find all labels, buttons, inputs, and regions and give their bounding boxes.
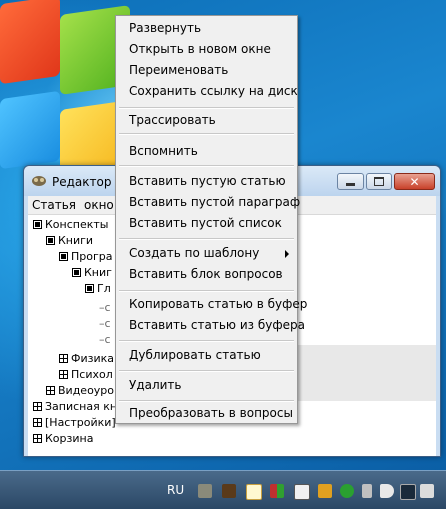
- shield-check-icon[interactable]: [340, 484, 354, 498]
- tree-node[interactable]: Видеоуро: [46, 384, 114, 397]
- menu-item-expand[interactable]: Развернуть: [129, 21, 201, 35]
- network-app-icon[interactable]: [318, 484, 332, 498]
- menu-item-convert-to-questions[interactable]: Преобразовать в вопросы: [129, 406, 293, 420]
- node-expand-icon[interactable]: [85, 284, 94, 293]
- tree-node[interactable]: Психол: [59, 368, 113, 381]
- tree-node[interactable]: [Настройки]: [33, 416, 116, 429]
- menu-item-copy-article[interactable]: Копировать статью в буфер: [129, 297, 307, 311]
- menu-item-insert-empty-article[interactable]: Вставить пустую статью: [129, 174, 286, 188]
- table-app-icon[interactable]: [294, 484, 310, 500]
- menu-separator: [119, 400, 294, 402]
- menu-separator: [119, 133, 294, 135]
- app-icon: [32, 176, 46, 186]
- node-expand-icon[interactable]: [33, 220, 42, 229]
- node-collapsed-icon[interactable]: [59, 370, 68, 379]
- close-icon: ✕: [409, 174, 420, 189]
- menu-separator: [119, 340, 294, 342]
- menu-item-insert-empty-list[interactable]: Вставить пустой список: [129, 216, 282, 230]
- menu-window[interactable]: окно: [84, 198, 114, 212]
- node-expand-icon[interactable]: [72, 268, 81, 277]
- node-expand-icon[interactable]: [46, 236, 55, 245]
- node-expand-icon[interactable]: [59, 252, 68, 261]
- menu-separator: [119, 370, 294, 372]
- menu-item-paste-article[interactable]: Вставить статью из буфера: [129, 318, 305, 332]
- tree-node[interactable]: Корзина: [33, 432, 93, 445]
- menu-separator: [119, 290, 294, 292]
- close-button[interactable]: ✕: [394, 173, 435, 190]
- tree-leaf[interactable]: –с: [99, 301, 111, 314]
- node-collapsed-icon[interactable]: [33, 434, 42, 443]
- tree-node[interactable]: Гл: [85, 282, 111, 295]
- tree-node[interactable]: Книг: [72, 266, 112, 279]
- tools-icon[interactable]: [198, 484, 212, 498]
- menu-item-save-link[interactable]: Сохранить ссылку на диск: [129, 84, 298, 98]
- grid-app-icon[interactable]: [270, 484, 284, 498]
- maximize-icon: [367, 174, 391, 189]
- taskbar: RU: [0, 470, 446, 509]
- menu-separator: [119, 107, 294, 109]
- menu-item-insert-empty-paragraph[interactable]: Вставить пустой параграф: [129, 195, 300, 209]
- menu-item-recall[interactable]: Вспомнить: [129, 144, 198, 158]
- volume-icon[interactable]: [380, 484, 394, 498]
- menu-separator: [119, 238, 294, 240]
- network-monitor-icon[interactable]: [400, 484, 416, 500]
- menu-item-delete[interactable]: Удалить: [129, 378, 182, 392]
- usb-drive-icon[interactable]: [362, 484, 372, 498]
- submenu-arrow-icon: [285, 250, 289, 258]
- window-title: Редактор с: [52, 175, 122, 189]
- film-icon[interactable]: [222, 484, 236, 498]
- menu-separator: [119, 165, 294, 167]
- minimize-button[interactable]: [337, 173, 364, 190]
- menu-item-open-new-window[interactable]: Открыть в новом окне: [129, 42, 271, 56]
- menu-article[interactable]: Статья: [32, 198, 76, 212]
- tree-node[interactable]: Конспекты: [33, 218, 108, 231]
- menu-item-rename[interactable]: Переименовать: [129, 63, 228, 77]
- minimize-icon: [338, 174, 363, 189]
- windows-logo-red: [0, 0, 60, 85]
- tree-node[interactable]: Програ: [59, 250, 113, 263]
- tree-leaf[interactable]: –с: [99, 333, 111, 346]
- tree-node[interactable]: Книги: [46, 234, 93, 247]
- menu-item-create-from-template[interactable]: Создать по шаблону: [129, 246, 259, 260]
- tree-leaf[interactable]: –с: [99, 317, 111, 330]
- windows-logo-blue: [0, 90, 60, 170]
- menu-item-insert-question-block[interactable]: Вставить блок вопросов: [129, 267, 283, 281]
- node-collapsed-icon[interactable]: [33, 418, 42, 427]
- language-indicator[interactable]: RU: [167, 483, 184, 497]
- node-collapsed-icon[interactable]: [59, 354, 68, 363]
- node-collapsed-icon[interactable]: [46, 386, 55, 395]
- menu-item-duplicate-article[interactable]: Дублировать статью: [129, 348, 261, 362]
- node-collapsed-icon[interactable]: [33, 402, 42, 411]
- notepad-icon[interactable]: [246, 484, 262, 500]
- tree-node[interactable]: Записная кн: [33, 400, 117, 413]
- flag-icon[interactable]: [420, 484, 434, 498]
- tree-node[interactable]: Физика: [59, 352, 114, 365]
- maximize-button[interactable]: [366, 173, 392, 190]
- context-menu: Развернуть Открыть в новом окне Переимен…: [115, 15, 307, 424]
- menu-item-trace[interactable]: Трассировать: [129, 113, 216, 127]
